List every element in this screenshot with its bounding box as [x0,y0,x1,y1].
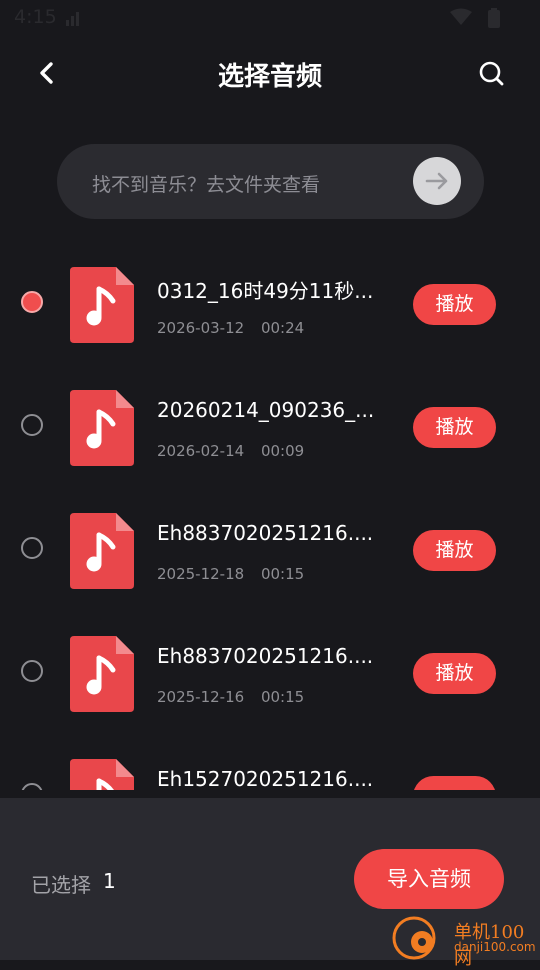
watermark-logo: 单机100网 danji100.com [392,916,540,969]
search-icon[interactable] [474,56,510,92]
watermark-icon [392,916,436,960]
file-name: Eh1527020251216.... [157,767,374,790]
file-name: 20260214_090236_... [157,398,375,422]
page-title: 选择音频 [217,62,322,92]
wifi-icon [450,8,472,25]
file-date: 2026-02-14 [157,442,245,460]
audio-file-list: 0312_16时49分11秒... 2026-03-12 00:24 播放 20… [0,245,540,790]
folder-hint-text: 找不到音乐？去文件夹查看 [92,174,321,196]
file-meta: 2025-12-16 00:15 [157,688,316,706]
play-button[interactable]: 播放 [413,284,496,325]
radio-button[interactable] [21,660,43,682]
selected-label: 已选择 [31,873,91,897]
file-date: 2025-12-16 [157,688,245,706]
music-file-icon [70,759,134,790]
play-button[interactable]: 播放 [413,407,496,448]
music-file-icon [70,267,134,343]
status-bar: 4:15 [0,0,540,36]
file-duration: 00:15 [260,688,305,706]
file-duration: 00:09 [260,442,305,460]
file-duration: 00:15 [260,565,305,583]
selected-count: 1 [103,869,116,893]
play-button[interactable]: 播放 [413,653,496,694]
file-name: Eh8837020251216.... [157,644,374,668]
radio-button[interactable] [21,291,43,313]
import-audio-button[interactable]: 导入音频 [354,849,504,909]
music-file-icon [70,390,134,466]
music-file-icon [70,513,134,589]
list-item[interactable]: 0312_16时49分11秒... 2026-03-12 00:24 播放 [0,245,540,368]
play-button[interactable] [413,776,496,790]
radio-button[interactable] [21,537,43,559]
open-folder-button[interactable] [413,157,461,205]
radio-button[interactable] [21,783,43,790]
music-file-icon [70,636,134,712]
list-item[interactable]: Eh8837020251216.... 2025-12-16 00:15 播放 [0,614,540,737]
file-meta: 2026-03-12 00:24 [157,319,316,337]
list-item[interactable]: Eh1527020251216.... [0,737,540,790]
bottom-bar: 已选择 1 导入音频 单机100网 danji100.com [0,798,540,969]
status-time: 4:15 [14,6,57,28]
file-meta: 2026-02-14 00:09 [157,442,316,460]
signal-icon [66,12,79,26]
browse-folder-banner[interactable]: 找不到音乐？去文件夹查看 [57,144,484,219]
radio-button[interactable] [21,414,43,436]
file-date: 2026-03-12 [157,319,245,337]
list-item[interactable]: Eh8837020251216.... 2025-12-18 00:15 播放 [0,491,540,614]
file-date: 2025-12-18 [157,565,245,583]
list-item[interactable]: 20260214_090236_... 2026-02-14 00:09 播放 [0,368,540,491]
play-button[interactable]: 播放 [413,530,496,571]
file-meta: 2025-12-18 00:15 [157,565,316,583]
battery-icon [488,8,500,28]
header: 选择音频 [0,44,540,104]
file-duration: 00:24 [260,319,305,337]
arrow-right-icon [425,172,448,190]
watermark-url: danji100.com [454,940,536,954]
file-name: Eh8837020251216.... [157,521,374,545]
file-name: 0312_16时49分11秒... [157,279,374,303]
